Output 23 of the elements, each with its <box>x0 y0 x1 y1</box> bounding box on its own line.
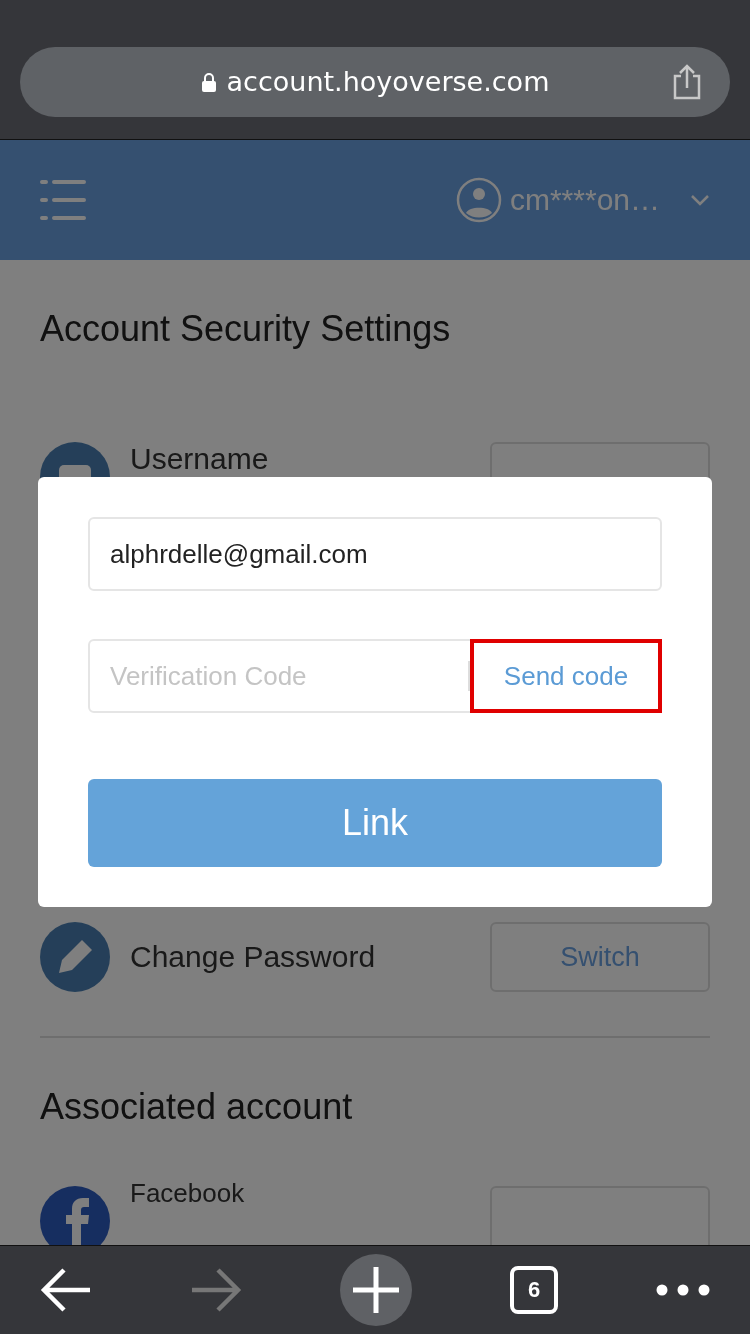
back-icon[interactable] <box>40 1268 92 1312</box>
row-button[interactable]: Switch <box>490 922 710 992</box>
address-bar[interactable]: account.hoyoverse.com <box>20 46 730 117</box>
section-title: Associated account <box>40 1086 354 1128</box>
page-title: Account Security Settings <box>40 308 452 350</box>
chevron-down-icon[interactable] <box>690 194 710 206</box>
lock-icon <box>200 71 217 92</box>
setting-label: Change Password <box>130 940 377 974</box>
more-icon[interactable] <box>656 1284 710 1296</box>
avatar-icon[interactable] <box>455 177 502 223</box>
link-button[interactable]: Link <box>88 779 662 867</box>
username-menu[interactable]: cm****on… <box>509 183 660 217</box>
email-field[interactable]: alphrdelle@gmail.com <box>88 517 662 591</box>
new-tab-icon[interactable] <box>340 1254 412 1326</box>
tab-count-button[interactable]: 6 <box>510 1266 558 1314</box>
send-code-button[interactable]: Send code <box>470 639 662 713</box>
share-icon[interactable] <box>672 63 702 100</box>
setting-label: Username <box>130 442 270 476</box>
pencil-icon <box>40 922 110 992</box>
verification-code-field[interactable]: Verification Code Send code <box>88 639 662 713</box>
account-label: Facebook <box>130 1178 246 1209</box>
url-text: account.hoyoverse.com <box>200 66 550 97</box>
menu-icon[interactable] <box>40 180 86 220</box>
